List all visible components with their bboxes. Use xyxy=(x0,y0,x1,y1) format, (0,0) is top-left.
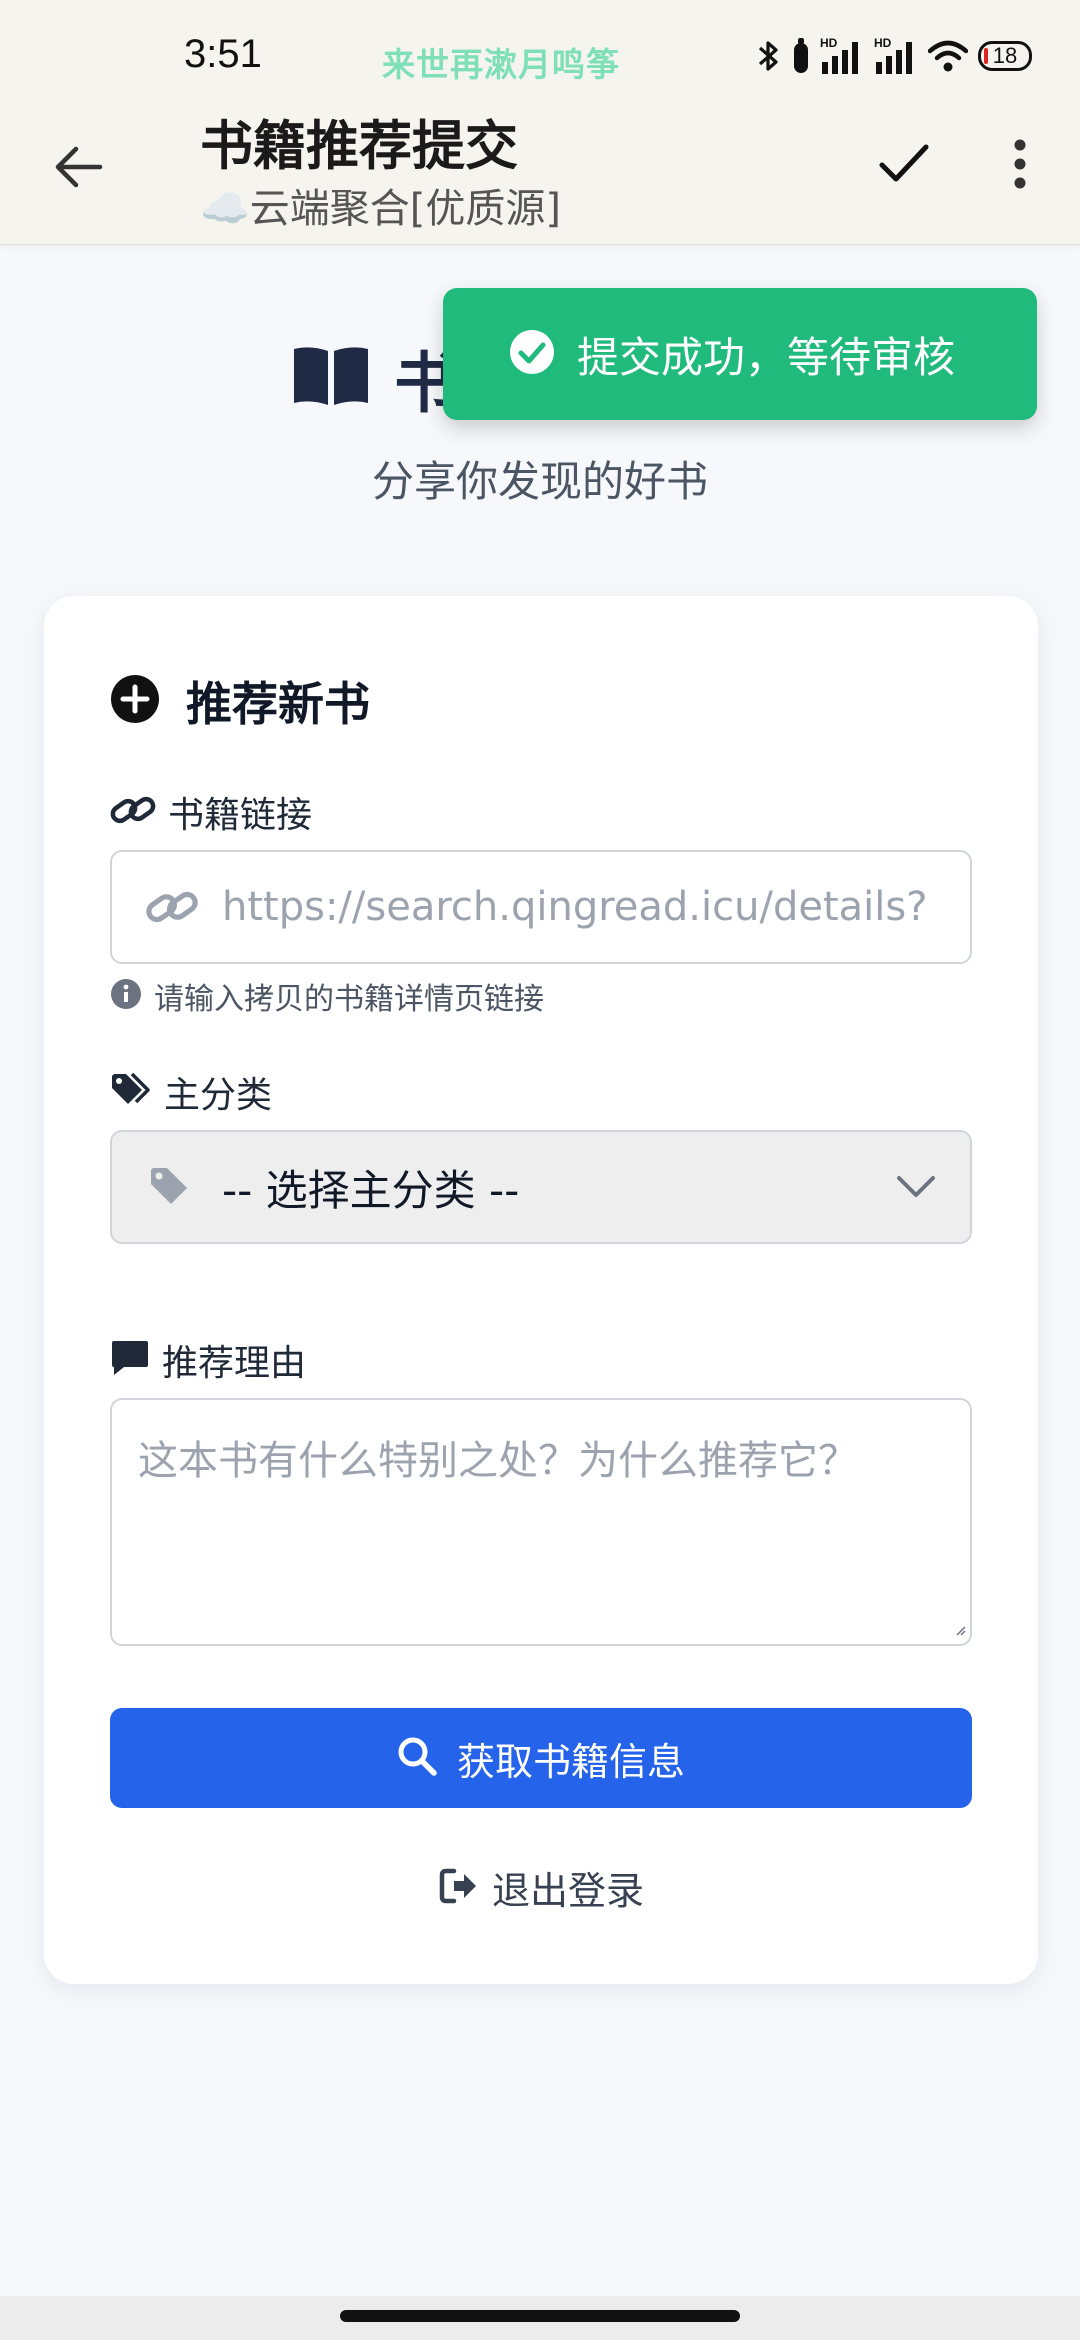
book-link-hint-text: 请输入拷贝的书籍详情页链接 xyxy=(154,982,544,1017)
book-link-label-text: 书籍链接 xyxy=(168,795,313,836)
category-select[interactable]: -- 选择主分类 -- xyxy=(110,1130,972,1244)
reason-textarea[interactable]: 这本书有什么特别之处？为什么推荐它？ xyxy=(110,1398,972,1646)
resize-handle-icon[interactable] xyxy=(954,1621,966,1640)
fetch-book-info-button[interactable]: 获取书籍信息 xyxy=(110,1708,972,1808)
book-link-label: 书籍链接 xyxy=(110,786,312,838)
reason-label: 推荐理由 xyxy=(110,1334,306,1386)
page-subtitle: ☁️云端聚合[优质源] xyxy=(200,186,562,232)
link-icon xyxy=(110,790,156,834)
logout-link[interactable]: 退出登录 xyxy=(44,1860,1038,1915)
svg-text:HD: HD xyxy=(820,36,838,50)
section-title-text: 推荐新书 xyxy=(186,677,370,731)
logout-label: 退出登录 xyxy=(491,1869,644,1913)
svg-text:HD: HD xyxy=(874,36,892,50)
back-arrow-icon xyxy=(54,145,104,193)
page-tagline: 分享你发现的好书 xyxy=(371,457,708,506)
signal-hd-2-icon: HD xyxy=(874,36,918,76)
page-heading: 书 xyxy=(292,330,460,426)
link-field-icon xyxy=(142,884,202,930)
open-book-icon xyxy=(292,345,370,411)
tags-icon xyxy=(110,1072,152,1112)
plus-circle-icon xyxy=(110,674,160,728)
alarm-icon xyxy=(792,37,810,75)
search-icon xyxy=(397,1736,437,1780)
chevron-down-icon xyxy=(896,1175,936,1199)
app-header: 3:51 来世再漱月鸣筝 HD HD 18 书籍推荐提交 ☁️云端聚合[优质源] xyxy=(0,0,1080,245)
checkmark-icon xyxy=(878,143,930,189)
more-vertical-icon xyxy=(1013,139,1027,193)
bluetooth-icon xyxy=(756,38,782,74)
battery-icon: 18 xyxy=(978,41,1032,71)
home-gesture-bar[interactable] xyxy=(340,2310,740,2322)
wifi-icon xyxy=(928,39,968,73)
reason-placeholder: 这本书有什么特别之处？为什么推荐它？ xyxy=(138,1438,858,1484)
category-label: 主分类 xyxy=(110,1066,272,1118)
check-circle-icon xyxy=(509,329,555,379)
status-time: 3:51 xyxy=(184,32,262,76)
fetch-book-info-label: 获取书籍信息 xyxy=(456,1739,685,1784)
book-link-placeholder: https://search.qingread.icu/details? xyxy=(222,884,928,930)
sign-out-icon xyxy=(438,1867,480,1909)
status-ticker-text: 来世再漱月鸣筝 xyxy=(382,45,620,84)
status-icons: HD HD 18 xyxy=(756,34,1032,78)
category-label-text: 主分类 xyxy=(164,1075,273,1116)
reason-label-text: 推荐理由 xyxy=(162,1343,307,1384)
page-title: 书籍推荐提交 xyxy=(200,116,518,177)
more-options-button[interactable] xyxy=(990,132,1050,200)
category-select-value: -- 选择主分类 -- xyxy=(222,1165,520,1215)
back-button[interactable] xyxy=(44,134,114,204)
success-toast[interactable]: 提交成功，等待审核 xyxy=(443,288,1037,420)
recommend-form-card: 推荐新书 书籍链接 https://search.qingread.icu/de… xyxy=(44,596,1038,1984)
info-circle-icon xyxy=(110,978,142,1014)
comment-icon xyxy=(110,1339,150,1381)
book-link-hint: 请输入拷贝的书籍详情页链接 xyxy=(110,974,544,1018)
toast-message: 提交成功，等待审核 xyxy=(577,332,956,382)
signal-hd-1-icon: HD xyxy=(820,36,864,76)
section-title: 推荐新书 xyxy=(110,668,370,734)
book-link-input[interactable]: https://search.qingread.icu/details? xyxy=(110,850,972,964)
tag-icon xyxy=(140,1166,200,1208)
confirm-button[interactable] xyxy=(870,132,938,200)
